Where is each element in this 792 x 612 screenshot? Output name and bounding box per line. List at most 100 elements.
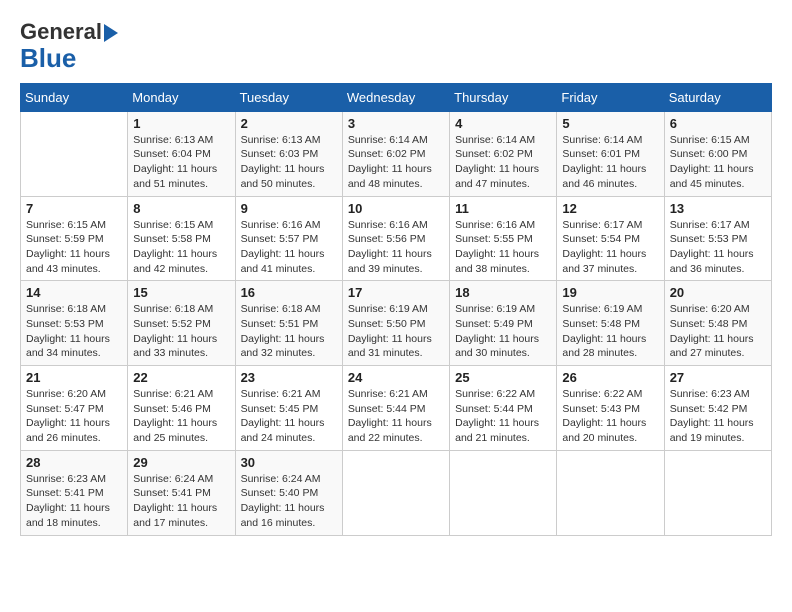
- calendar-cell: [450, 450, 557, 535]
- day-info: Sunrise: 6:24 AM Sunset: 5:41 PM Dayligh…: [133, 472, 229, 531]
- day-number: 14: [26, 285, 122, 300]
- day-number: 12: [562, 201, 658, 216]
- day-number: 20: [670, 285, 766, 300]
- logo-blue: Blue: [20, 44, 76, 73]
- calendar-cell: 23 Sunrise: 6:21 AM Sunset: 5:45 PM Dayli…: [235, 366, 342, 451]
- day-number: 27: [670, 370, 766, 385]
- day-number: 17: [348, 285, 444, 300]
- day-info: Sunrise: 6:18 AM Sunset: 5:51 PM Dayligh…: [241, 302, 337, 361]
- calendar-cell: 27 Sunrise: 6:23 AM Sunset: 5:42 PM Dayli…: [664, 366, 771, 451]
- calendar-cell: 19 Sunrise: 6:19 AM Sunset: 5:48 PM Dayli…: [557, 281, 664, 366]
- day-number: 30: [241, 455, 337, 470]
- day-number: 13: [670, 201, 766, 216]
- day-number: 4: [455, 116, 551, 131]
- day-info: Sunrise: 6:23 AM Sunset: 5:42 PM Dayligh…: [670, 387, 766, 446]
- day-number: 28: [26, 455, 122, 470]
- calendar-cell: 15 Sunrise: 6:18 AM Sunset: 5:52 PM Dayli…: [128, 281, 235, 366]
- logo: General Blue: [20, 20, 118, 73]
- day-number: 2: [241, 116, 337, 131]
- calendar-cell: 11 Sunrise: 6:16 AM Sunset: 5:55 PM Dayli…: [450, 196, 557, 281]
- day-info: Sunrise: 6:17 AM Sunset: 5:53 PM Dayligh…: [670, 218, 766, 277]
- day-number: 16: [241, 285, 337, 300]
- calendar-cell: 16 Sunrise: 6:18 AM Sunset: 5:51 PM Dayli…: [235, 281, 342, 366]
- day-info: Sunrise: 6:21 AM Sunset: 5:45 PM Dayligh…: [241, 387, 337, 446]
- calendar-cell: 8 Sunrise: 6:15 AM Sunset: 5:58 PM Daylig…: [128, 196, 235, 281]
- calendar-cell: 2 Sunrise: 6:13 AM Sunset: 6:03 PM Daylig…: [235, 111, 342, 196]
- day-number: 26: [562, 370, 658, 385]
- calendar-cell: 14 Sunrise: 6:18 AM Sunset: 5:53 PM Dayli…: [21, 281, 128, 366]
- calendar-cell: 10 Sunrise: 6:16 AM Sunset: 5:56 PM Dayli…: [342, 196, 449, 281]
- day-number: 6: [670, 116, 766, 131]
- calendar-cell: 3 Sunrise: 6:14 AM Sunset: 6:02 PM Daylig…: [342, 111, 449, 196]
- day-info: Sunrise: 6:14 AM Sunset: 6:02 PM Dayligh…: [455, 133, 551, 192]
- calendar-cell: 6 Sunrise: 6:15 AM Sunset: 6:00 PM Daylig…: [664, 111, 771, 196]
- day-info: Sunrise: 6:18 AM Sunset: 5:53 PM Dayligh…: [26, 302, 122, 361]
- day-info: Sunrise: 6:16 AM Sunset: 5:57 PM Dayligh…: [241, 218, 337, 277]
- weekday-header: Monday: [128, 83, 235, 111]
- day-number: 22: [133, 370, 229, 385]
- calendar-cell: 24Sunrise: 6:21 AM Sunset: 5:44 PM Dayli…: [342, 366, 449, 451]
- day-number: 21: [26, 370, 122, 385]
- calendar-cell: 9 Sunrise: 6:16 AM Sunset: 5:57 PM Daylig…: [235, 196, 342, 281]
- day-number: 19: [562, 285, 658, 300]
- day-number: 15: [133, 285, 229, 300]
- day-number: 5: [562, 116, 658, 131]
- calendar-table: SundayMondayTuesdayWednesdayThursdayFrid…: [20, 83, 772, 536]
- day-info: Sunrise: 6:22 AM Sunset: 5:43 PM Dayligh…: [562, 387, 658, 446]
- day-number: 1: [133, 116, 229, 131]
- day-info: Sunrise: 6:13 AM Sunset: 6:03 PM Dayligh…: [241, 133, 337, 192]
- weekday-header: Sunday: [21, 83, 128, 111]
- calendar-cell: [557, 450, 664, 535]
- day-info: Sunrise: 6:23 AM Sunset: 5:41 PM Dayligh…: [26, 472, 122, 531]
- weekday-header: Friday: [557, 83, 664, 111]
- weekday-header: Tuesday: [235, 83, 342, 111]
- day-number: 9: [241, 201, 337, 216]
- weekday-header: Thursday: [450, 83, 557, 111]
- day-number: 24: [348, 370, 444, 385]
- weekday-header: Saturday: [664, 83, 771, 111]
- calendar-cell: 30 Sunrise: 6:24 AM Sunset: 5:40 PM Dayli…: [235, 450, 342, 535]
- day-info: Sunrise: 6:15 AM Sunset: 6:00 PM Dayligh…: [670, 133, 766, 192]
- day-info: Sunrise: 6:19 AM Sunset: 5:49 PM Dayligh…: [455, 302, 551, 361]
- calendar-cell: [342, 450, 449, 535]
- day-info: Sunrise: 6:24 AM Sunset: 5:40 PM Dayligh…: [241, 472, 337, 531]
- logo-general: General: [20, 20, 102, 44]
- day-info: Sunrise: 6:19 AM Sunset: 5:50 PM Dayligh…: [348, 302, 444, 361]
- day-number: 3: [348, 116, 444, 131]
- day-info: Sunrise: 6:17 AM Sunset: 5:54 PM Dayligh…: [562, 218, 658, 277]
- day-info: Sunrise: 6:16 AM Sunset: 5:56 PM Dayligh…: [348, 218, 444, 277]
- day-info: Sunrise: 6:19 AM Sunset: 5:48 PM Dayligh…: [562, 302, 658, 361]
- day-info: Sunrise: 6:18 AM Sunset: 5:52 PM Dayligh…: [133, 302, 229, 361]
- day-info: Sunrise: 6:16 AM Sunset: 5:55 PM Dayligh…: [455, 218, 551, 277]
- day-info: Sunrise: 6:20 AM Sunset: 5:48 PM Dayligh…: [670, 302, 766, 361]
- day-info: Sunrise: 6:20 AM Sunset: 5:47 PM Dayligh…: [26, 387, 122, 446]
- calendar-cell: 18 Sunrise: 6:19 AM Sunset: 5:49 PM Dayli…: [450, 281, 557, 366]
- calendar-cell: 22Sunrise: 6:21 AM Sunset: 5:46 PM Dayli…: [128, 366, 235, 451]
- day-info: Sunrise: 6:15 AM Sunset: 5:58 PM Dayligh…: [133, 218, 229, 277]
- calendar-cell: 25 Sunrise: 6:22 AM Sunset: 5:44 PM Dayli…: [450, 366, 557, 451]
- calendar-cell: 17 Sunrise: 6:19 AM Sunset: 5:50 PM Dayli…: [342, 281, 449, 366]
- weekday-header: Wednesday: [342, 83, 449, 111]
- calendar-cell: 1 Sunrise: 6:13 AM Sunset: 6:04 PM Daylig…: [128, 111, 235, 196]
- day-info: Sunrise: 6:14 AM Sunset: 6:01 PM Dayligh…: [562, 133, 658, 192]
- page-header: General Blue: [20, 20, 772, 73]
- calendar-cell: 28 Sunrise: 6:23 AM Sunset: 5:41 PM Dayli…: [21, 450, 128, 535]
- day-number: 10: [348, 201, 444, 216]
- calendar-cell: 5 Sunrise: 6:14 AM Sunset: 6:01 PM Daylig…: [557, 111, 664, 196]
- day-info: Sunrise: 6:22 AM Sunset: 5:44 PM Dayligh…: [455, 387, 551, 446]
- calendar-cell: [664, 450, 771, 535]
- calendar-cell: 26 Sunrise: 6:22 AM Sunset: 5:43 PM Dayli…: [557, 366, 664, 451]
- day-number: 7: [26, 201, 122, 216]
- day-number: 23: [241, 370, 337, 385]
- day-info: Sunrise: 6:14 AM Sunset: 6:02 PM Dayligh…: [348, 133, 444, 192]
- calendar-cell: 13 Sunrise: 6:17 AM Sunset: 5:53 PM Dayli…: [664, 196, 771, 281]
- day-number: 25: [455, 370, 551, 385]
- calendar-cell: [21, 111, 128, 196]
- calendar-cell: 20 Sunrise: 6:20 AM Sunset: 5:48 PM Dayli…: [664, 281, 771, 366]
- calendar-cell: 7Sunrise: 6:15 AM Sunset: 5:59 PM Daylig…: [21, 196, 128, 281]
- day-number: 8: [133, 201, 229, 216]
- day-number: 11: [455, 201, 551, 216]
- day-number: 18: [455, 285, 551, 300]
- day-info: Sunrise: 6:13 AM Sunset: 6:04 PM Dayligh…: [133, 133, 229, 192]
- calendar-cell: 4 Sunrise: 6:14 AM Sunset: 6:02 PM Daylig…: [450, 111, 557, 196]
